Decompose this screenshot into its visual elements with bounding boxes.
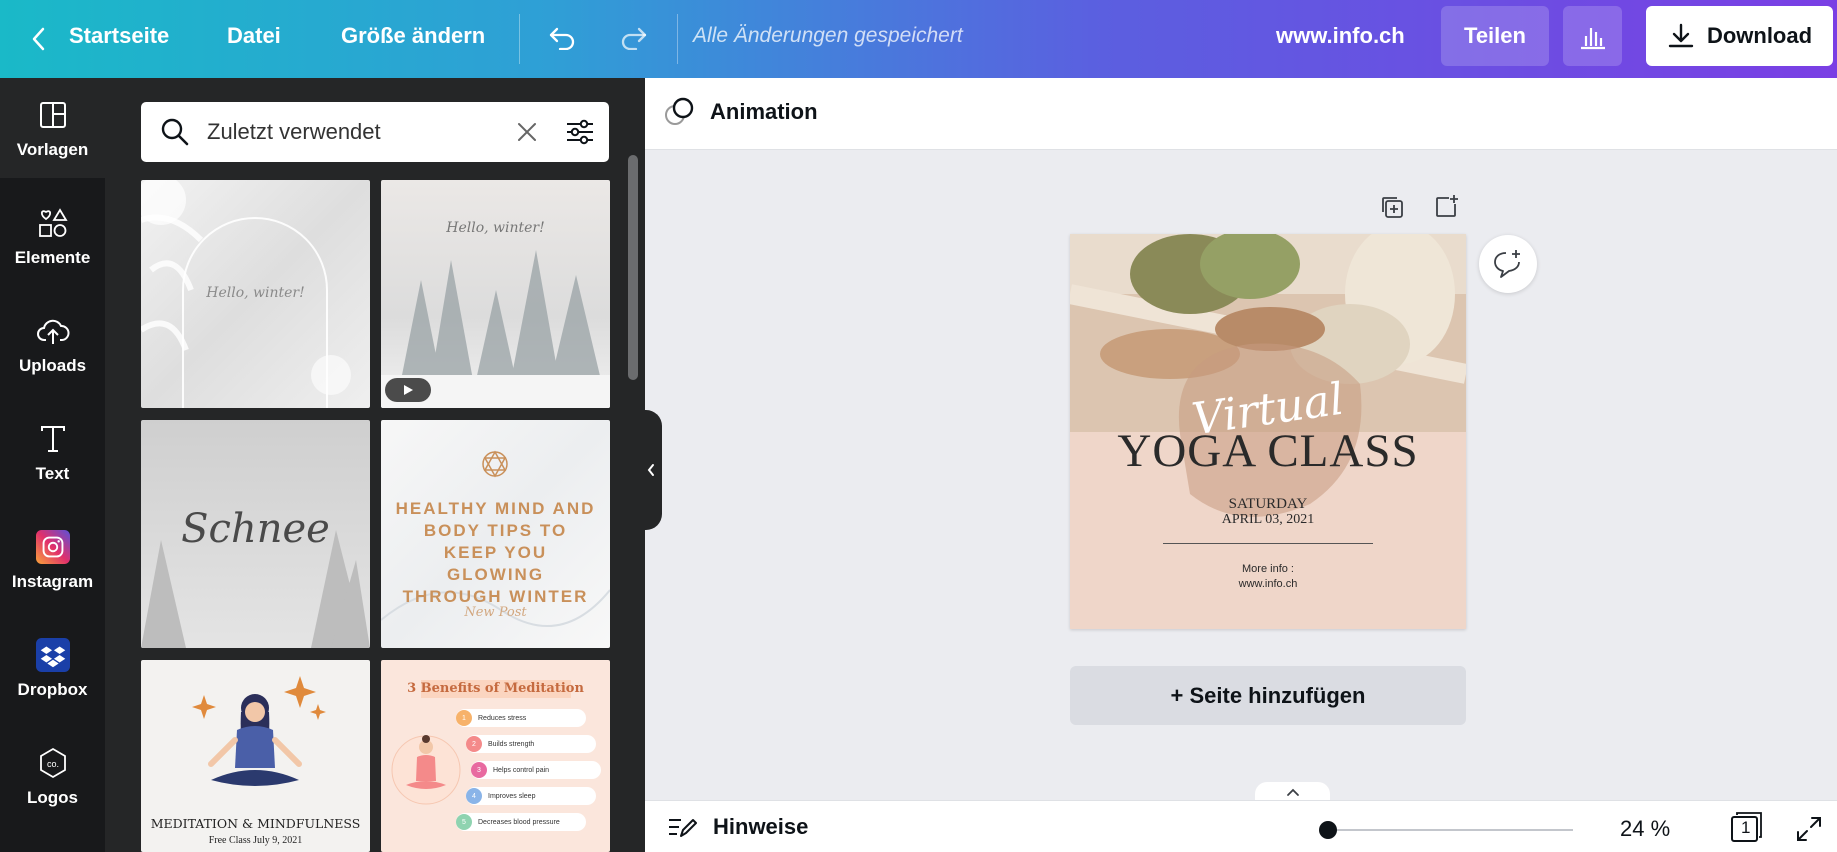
list-item: 3 Helps control pain (471, 761, 601, 779)
page-count-button[interactable]: 1 (1728, 810, 1764, 844)
share-button[interactable]: Teilen (1441, 6, 1549, 66)
collapse-panel-button[interactable] (640, 410, 662, 530)
animation-button[interactable]: Animation (664, 96, 818, 128)
notes-button[interactable]: Hinweise (667, 814, 808, 840)
zoom-slider-track[interactable] (1327, 829, 1573, 831)
top-bar: Startseite Datei Größe ändern Alle Änder… (0, 0, 1837, 78)
template-thumbnail[interactable]: Schnee (141, 420, 370, 648)
filter-icon[interactable] (565, 117, 595, 152)
design-title-text[interactable]: YOGA CLASS (1070, 424, 1466, 478)
nav-label: Logos (27, 788, 78, 807)
add-comment-button[interactable] (1479, 235, 1537, 293)
dropbox-icon (35, 638, 70, 672)
template-text: Hello, winter! (206, 285, 305, 301)
add-page-button[interactable]: + Seite hinzufügen (1070, 666, 1466, 725)
resize-menu[interactable]: Größe ändern (341, 23, 485, 49)
layout-icon (36, 98, 70, 132)
design-date-text[interactable]: APRIL 03, 2021 (1070, 512, 1466, 528)
template-thumbnail[interactable]: Hello, winter! (381, 180, 610, 408)
notes-pencil-icon (669, 819, 697, 837)
template-thumbnail[interactable]: 3 Benefits of Meditation 1 Reduces stress… (381, 660, 610, 852)
search-field[interactable]: Zuletzt verwendet (141, 102, 609, 162)
cloud-upload-icon (36, 314, 70, 348)
template-text: New Post (464, 605, 527, 620)
animation-icon (665, 97, 694, 125)
save-status: Alle Änderungen gespeichert (693, 24, 963, 47)
design-canvas[interactable]: Virtual YOGA CLASS SATURDAY APRIL 03, 20… (1070, 234, 1466, 629)
nav-logos[interactable]: co. Logos (0, 726, 105, 826)
text-icon (36, 422, 70, 456)
notes-label: Hinweise (713, 814, 809, 839)
design-url-text[interactable]: www.info.ch (1070, 578, 1466, 590)
list-item: 2 Builds strength (466, 735, 596, 753)
nav-uploads[interactable]: Uploads (0, 294, 105, 394)
bar-chart-icon (1580, 28, 1605, 50)
divider (677, 14, 678, 64)
page-count: 1 (1741, 818, 1751, 837)
chevron-up-icon (1286, 788, 1299, 796)
nav-label: Vorlagen (16, 140, 89, 159)
download-button[interactable]: Download (1646, 6, 1833, 66)
template-text: Schnee (181, 506, 330, 552)
site-link[interactable]: www.info.ch (1276, 23, 1405, 49)
list-item: 1 Reduces stress (456, 709, 586, 727)
template-text: Hello, winter! (446, 220, 545, 236)
file-menu[interactable]: Datei (227, 23, 281, 49)
expand-pages-button[interactable] (1255, 782, 1330, 802)
redo-icon[interactable] (613, 18, 653, 58)
logo-icon: co. (36, 746, 70, 780)
zoom-level[interactable]: 24 % (1620, 816, 1670, 842)
add-page-icon[interactable] (1431, 192, 1461, 222)
home-link[interactable]: Startseite (69, 23, 169, 49)
nav-label: Text (35, 464, 70, 483)
design-day-text[interactable]: SATURDAY (1070, 496, 1466, 513)
comment-add-icon (1494, 250, 1520, 278)
search-input[interactable]: Zuletzt verwendet (207, 119, 381, 145)
template-text: MEDITATION & MINDFULNESS (150, 816, 361, 831)
svg-text:co.: co. (46, 759, 58, 769)
chevron-left-icon (647, 464, 654, 476)
insights-button[interactable] (1563, 6, 1622, 66)
duplicate-page-icon[interactable] (1377, 192, 1407, 222)
download-icon (1668, 23, 1694, 48)
nav-label: Uploads (18, 356, 87, 375)
snowy-forest-art (381, 250, 610, 408)
back-chevron-icon[interactable] (22, 22, 56, 56)
undo-icon[interactable] (543, 18, 583, 58)
video-badge (385, 378, 431, 402)
nav-label: Instagram (11, 572, 94, 591)
nav-label: Elemente (14, 248, 91, 267)
play-icon (404, 385, 413, 395)
divider (519, 14, 520, 64)
template-text: Free Class July 9, 2021 (208, 835, 303, 846)
nav-instagram[interactable]: Instagram (0, 510, 105, 610)
meditation-figure-art (391, 735, 461, 805)
design-divider[interactable] (1163, 543, 1373, 544)
template-thumbnail[interactable]: MEDITATION & MINDFULNESS Free Class July… (141, 660, 370, 852)
nav-label: Dropbox (17, 680, 88, 699)
instagram-icon (35, 530, 70, 564)
animation-label: Animation (710, 99, 818, 124)
zoom-slider-knob[interactable] (1319, 821, 1337, 839)
nav-text[interactable]: Text (0, 402, 105, 502)
panel-scrollbar[interactable] (628, 155, 638, 380)
side-nav: Vorlagen Elemente Uploads Text Instagram… (0, 78, 105, 852)
editor-toolbar (645, 78, 1837, 150)
download-label: Download (1706, 23, 1813, 48)
search-icon (159, 116, 191, 153)
nav-elements[interactable]: Elemente (0, 186, 105, 286)
clear-icon[interactable] (516, 121, 538, 148)
template-text: HEALTHY MIND AND BODY TIPS TO KEEP YOU G… (395, 499, 596, 606)
template-text: 3 Benefits of Meditation (407, 681, 584, 696)
template-thumbnail[interactable]: HEALTHY MIND AND BODY TIPS TO KEEP YOU G… (381, 420, 610, 648)
design-more-info-text[interactable]: More info : (1070, 563, 1466, 575)
elements-icon (36, 206, 70, 240)
nav-templates[interactable]: Vorlagen (0, 78, 105, 178)
template-thumbnail[interactable]: Hello, winter! (141, 180, 370, 408)
nav-dropbox[interactable]: Dropbox (0, 618, 105, 718)
list-item: 5 Decreases blood pressure (456, 813, 586, 831)
fullscreen-icon[interactable] (1794, 814, 1824, 844)
list-item: 4 Improves sleep (466, 787, 596, 805)
